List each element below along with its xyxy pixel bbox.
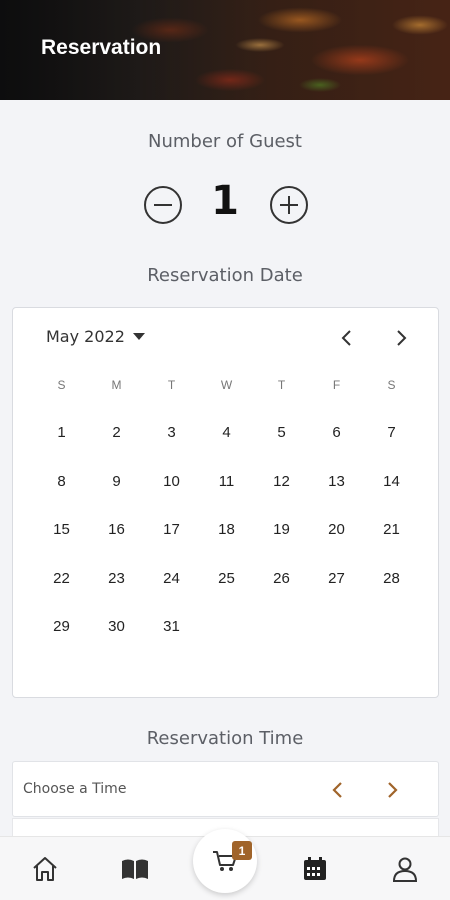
decrement-guest-button[interactable] <box>144 186 182 224</box>
month-selector[interactable]: May 2022 <box>46 327 145 346</box>
month-label: May 2022 <box>46 327 125 346</box>
calendar-day[interactable]: 9 <box>89 473 144 490</box>
calendar-week: 1 2 3 4 5 6 7 <box>34 424 419 441</box>
calendar-day[interactable]: 4 <box>199 424 254 441</box>
calendar-day[interactable]: 11 <box>199 473 254 490</box>
weekday-label: T <box>277 378 286 392</box>
previous-month-button[interactable] <box>333 324 361 352</box>
calendar-day[interactable]: 3 <box>144 424 199 441</box>
next-time-button[interactable] <box>378 776 406 804</box>
nav-profile[interactable] <box>387 851 423 887</box>
next-month-button[interactable] <box>387 324 415 352</box>
calendar-day[interactable]: 21 <box>364 521 419 538</box>
calendar-day[interactable]: 26 <box>254 570 309 587</box>
chevron-right-icon <box>397 330 407 346</box>
calendar-week: 8 9 10 11 12 13 14 <box>34 473 419 490</box>
calendar-day[interactable]: 8 <box>34 473 89 490</box>
calendar-day[interactable]: 17 <box>144 521 199 538</box>
nav-home[interactable] <box>27 851 63 887</box>
calendar-day[interactable]: 12 <box>254 473 309 490</box>
weekday-label: M <box>111 378 122 392</box>
calendar-day[interactable]: 27 <box>309 570 364 587</box>
calendar-day[interactable]: 16 <box>89 521 144 538</box>
calendar-day[interactable]: 29 <box>34 618 89 635</box>
nav-menu[interactable] <box>117 851 153 887</box>
chevron-left-icon <box>332 782 342 798</box>
calendar-day[interactable]: 15 <box>34 521 89 538</box>
caret-down-icon <box>132 333 145 340</box>
calendar-icon <box>304 857 326 880</box>
calendar-day[interactable]: 30 <box>89 618 144 635</box>
calendar-day[interactable]: 13 <box>309 473 364 490</box>
header-banner: Reservation <box>0 0 450 100</box>
weekday-header: S M T W T F S <box>34 378 419 392</box>
calendar-week: 15 16 17 18 19 20 21 <box>34 521 419 538</box>
time-selector[interactable]: Choose a Time <box>12 761 439 817</box>
cart-button[interactable] <box>193 829 257 893</box>
calendar-day[interactable]: 2 <box>89 424 144 441</box>
calendar-day[interactable]: 25 <box>199 570 254 587</box>
calendar-day[interactable]: 7 <box>364 424 419 441</box>
calendar-day <box>309 618 364 635</box>
menu-book-icon <box>122 859 148 879</box>
calendar-day <box>199 618 254 635</box>
calendar-day[interactable]: 24 <box>144 570 199 587</box>
calendar-day[interactable]: 31 <box>144 618 199 635</box>
weekday-label: S <box>387 378 396 392</box>
weekday-label: F <box>332 378 341 392</box>
chevron-right-icon <box>388 782 398 798</box>
calendar-day <box>254 618 309 635</box>
page-title: Reservation <box>41 36 162 59</box>
cart-count-badge: 1 <box>232 841 252 860</box>
calendar-day[interactable]: 10 <box>144 473 199 490</box>
plus-circle-icon <box>280 196 298 214</box>
calendar-day[interactable]: 1 <box>34 424 89 441</box>
calendar-day[interactable]: 23 <box>89 570 144 587</box>
weekday-label: T <box>167 378 176 392</box>
calendar-week: 22 23 24 25 26 27 28 <box>34 570 419 587</box>
guest-count-label: Number of Guest <box>148 131 302 152</box>
profile-icon <box>392 857 418 882</box>
nav-reservation[interactable] <box>297 851 333 887</box>
time-placeholder: Choose a Time <box>23 781 127 797</box>
minus-circle-icon <box>154 204 172 206</box>
increment-guest-button[interactable] <box>270 186 308 224</box>
calendar-day[interactable]: 20 <box>309 521 364 538</box>
calendar-day <box>364 618 419 635</box>
calendar-day[interactable]: 14 <box>364 473 419 490</box>
reservation-date-label: Reservation Date <box>147 265 303 286</box>
calendar-week: 29 30 31 <box>34 618 419 635</box>
weekday-label: S <box>57 378 66 392</box>
calendar-day[interactable]: 22 <box>34 570 89 587</box>
guest-stepper: 1 <box>0 178 450 232</box>
chevron-left-icon <box>341 330 351 346</box>
reservation-time-label: Reservation Time <box>146 728 304 749</box>
calendar-day[interactable]: 19 <box>254 521 309 538</box>
calendar-day[interactable]: 28 <box>364 570 419 587</box>
calendar-day[interactable]: 18 <box>199 521 254 538</box>
calendar: May 2022 S M T W T F S 1 2 3 4 5 6 7 8 9… <box>12 307 439 698</box>
weekday-label: W <box>220 378 233 392</box>
calendar-day[interactable]: 5 <box>254 424 309 441</box>
calendar-day[interactable]: 6 <box>309 424 364 441</box>
home-icon <box>33 857 57 881</box>
guest-count-value: 1 <box>211 178 239 224</box>
previous-time-button[interactable] <box>324 776 352 804</box>
